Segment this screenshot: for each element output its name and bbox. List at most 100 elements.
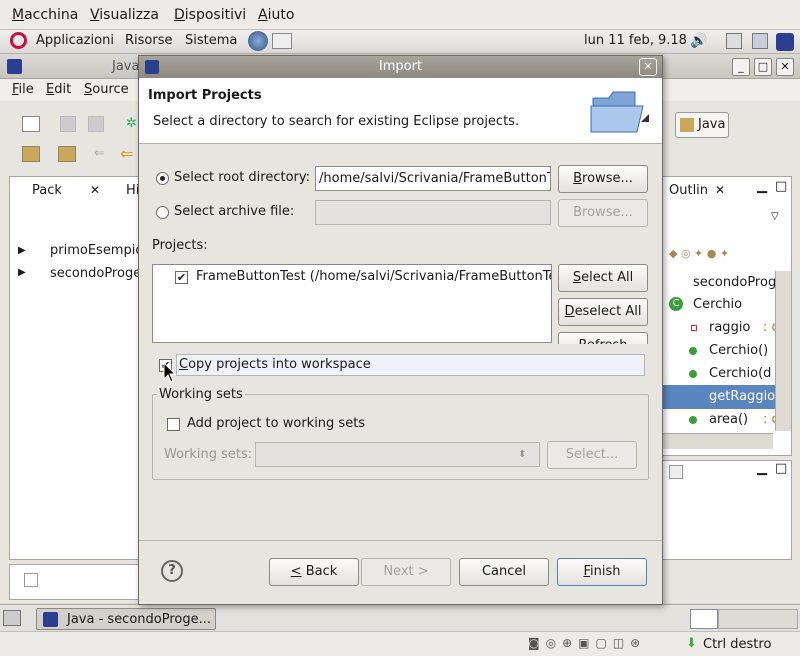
menu-sistema[interactable]: Sistema <box>185 33 237 48</box>
maximize-view-icon[interactable]: □ <box>775 461 787 476</box>
archive-file-field[interactable] <box>315 200 551 225</box>
maximize-view-icon[interactable]: □ <box>775 179 787 194</box>
tab-outline[interactable]: Outlin <box>669 183 708 198</box>
finish-button[interactable]: Finish <box>557 558 647 586</box>
clock[interactable]: lun 11 feb, 9.18 <box>584 33 687 48</box>
menu-applicazioni[interactable]: Applicazioni <box>36 33 114 48</box>
dialog-title: Import <box>378 59 423 74</box>
back-nav-icon[interactable]: ⇐ <box>94 146 105 161</box>
tab-package-explorer[interactable]: Pack <box>32 183 62 198</box>
maximize-button[interactable]: □ <box>754 58 772 76</box>
menu-aiuto[interactable]: Aiuto <box>258 7 294 23</box>
projects-list: ✔ FrameButtonTest (/home/salvi/Scrivania… <box>152 264 552 343</box>
search-tool-icon[interactable] <box>58 146 76 162</box>
archive-file-label: Select archive file: <box>174 204 295 219</box>
dialog-header: Import Projects Select a directory to se… <box>139 78 662 144</box>
page-description: Select a directory to search for existin… <box>153 114 520 129</box>
volume-icon[interactable]: 🔊 <box>690 33 707 49</box>
menu-dispositivi[interactable]: Dispositivi <box>174 7 246 23</box>
menu-risorse[interactable]: Risorse <box>125 33 173 48</box>
outline-item[interactable]: Cerchio <box>693 297 742 312</box>
tree-item-primo[interactable]: primoEsempio <box>50 243 143 258</box>
root-directory-label: Select root directory: <box>174 170 311 185</box>
outline-vscrollbar[interactable] <box>775 271 791 431</box>
menu-edit[interactable]: Edit <box>46 82 71 97</box>
show-desktop-icon[interactable] <box>3 610 21 626</box>
select-all-button[interactable]: Select All <box>558 264 648 292</box>
cancel-button[interactable]: Cancel <box>459 558 549 586</box>
root-directory-field[interactable]: /home/salvi/Scrivania/FrameButtonTest <box>315 166 551 191</box>
save-icon[interactable] <box>60 116 76 132</box>
add-working-sets-checkbox[interactable] <box>167 418 180 431</box>
working-sets-combo[interactable]: ⬍ <box>255 442 540 467</box>
close-tab-icon[interactable]: ✕ <box>715 183 725 197</box>
console-icon[interactable] <box>669 465 683 479</box>
mouse-cursor-icon <box>163 362 177 383</box>
tree-item-secondo[interactable]: secondoProge <box>50 266 141 281</box>
archive-file-radio[interactable] <box>156 206 169 219</box>
close-tab-icon[interactable]: ✕ <box>90 183 100 197</box>
new-view-icon[interactable] <box>24 573 38 587</box>
root-directory-radio[interactable] <box>156 172 169 185</box>
select-working-sets-button[interactable]: Select... <box>547 441 637 469</box>
menu-macchina[interactable]: Macchina <box>12 7 78 23</box>
menu-source[interactable]: Source <box>84 82 129 97</box>
workspace-switcher[interactable] <box>718 609 798 629</box>
menu-visualizza[interactable]: Visualizza <box>90 7 159 23</box>
project-entry[interactable]: FrameButtonTest (/home/salvi/Scrivania/F… <box>196 269 551 284</box>
minimize-view-icon[interactable]: ▁ <box>757 461 767 476</box>
outline-item[interactable]: area() <box>709 412 748 427</box>
add-working-sets-label: Add project to working sets <box>187 416 366 431</box>
minimize-button[interactable]: _ <box>732 58 750 76</box>
method-icon <box>689 347 697 355</box>
deselect-all-button[interactable]: Deselect All <box>558 298 648 326</box>
folder-wizard-icon <box>590 91 649 133</box>
expand-icon[interactable]: ▶ <box>18 245 26 256</box>
working-sets-label: Working sets: <box>164 447 253 462</box>
outline-toolbar-icons[interactable]: ◆ ◎ ✦ ● ✦ <box>669 247 729 260</box>
outline-item[interactable]: Cerchio() <box>709 343 768 358</box>
browse-archive-button[interactable]: Browse... <box>558 199 648 227</box>
dialog-titlebar: Import ✕ <box>139 56 662 78</box>
close-button[interactable]: ✕ <box>776 58 794 76</box>
menu-file[interactable]: File <box>12 82 34 97</box>
expand-icon[interactable]: ▶ <box>18 267 26 278</box>
network-icon[interactable] <box>752 33 768 49</box>
outline-item[interactable]: Cerchio(d <box>709 366 771 381</box>
back-button[interactable]: < Back <box>269 558 359 586</box>
close-icon[interactable]: ✕ <box>639 58 657 76</box>
java-perspective-icon <box>680 118 694 132</box>
eclipse-title: Java <box>112 59 140 74</box>
outline-item[interactable]: raggio <box>709 320 750 335</box>
next-button[interactable]: Next > <box>361 558 451 586</box>
mouse-integration-icon[interactable]: ⬇ <box>686 636 697 651</box>
java-perspective-button[interactable]: Java <box>675 112 729 138</box>
search-icon[interactable] <box>726 33 742 49</box>
outline-item-selected[interactable]: getRaggio <box>709 389 775 404</box>
taskbar-window-java[interactable]: Java - secondoProge... <box>36 608 216 630</box>
forward-nav-icon[interactable]: ⇐ <box>120 144 133 163</box>
refresh-button[interactable]: Refresh <box>558 332 648 344</box>
mail-icon[interactable] <box>272 33 292 49</box>
status-device-icons[interactable]: ◙◎⊕▣▢◫⊛ <box>528 636 646 650</box>
debian-logo-icon <box>10 32 27 49</box>
vbox-statusbar: ◙◎⊕▣▢◫⊛ ⬇ Ctrl destro <box>0 631 800 656</box>
help-icon[interactable]: ? <box>161 560 183 582</box>
vbox-menubar: Macchina Visualizza Dispositivi Aiuto <box>0 0 800 30</box>
open-type-icon[interactable] <box>22 146 40 162</box>
workspace-1[interactable] <box>690 609 718 629</box>
minimize-view-icon[interactable]: ▁ <box>757 179 767 194</box>
outline-hscrollbar[interactable] <box>663 433 773 449</box>
eclipse-app-icon <box>7 59 22 74</box>
print-icon[interactable] <box>88 116 104 132</box>
gnome-taskbar: Java - secondoProge... <box>0 604 800 631</box>
browse-root-button[interactable]: Browse... <box>558 165 648 193</box>
new-icon[interactable] <box>22 116 40 132</box>
outline-item[interactable]: secondoProg <box>693 275 776 290</box>
web-browser-icon[interactable] <box>248 31 268 51</box>
view-menu-icon[interactable]: ▽ <box>771 211 779 222</box>
project-checkbox[interactable]: ✔ <box>175 271 188 284</box>
gnome-panel: Applicazioni Risorse Sistema lun 11 feb,… <box>0 30 800 54</box>
java-perspective-label: Java <box>698 117 726 132</box>
eclipse-tray-icon[interactable] <box>776 33 794 51</box>
